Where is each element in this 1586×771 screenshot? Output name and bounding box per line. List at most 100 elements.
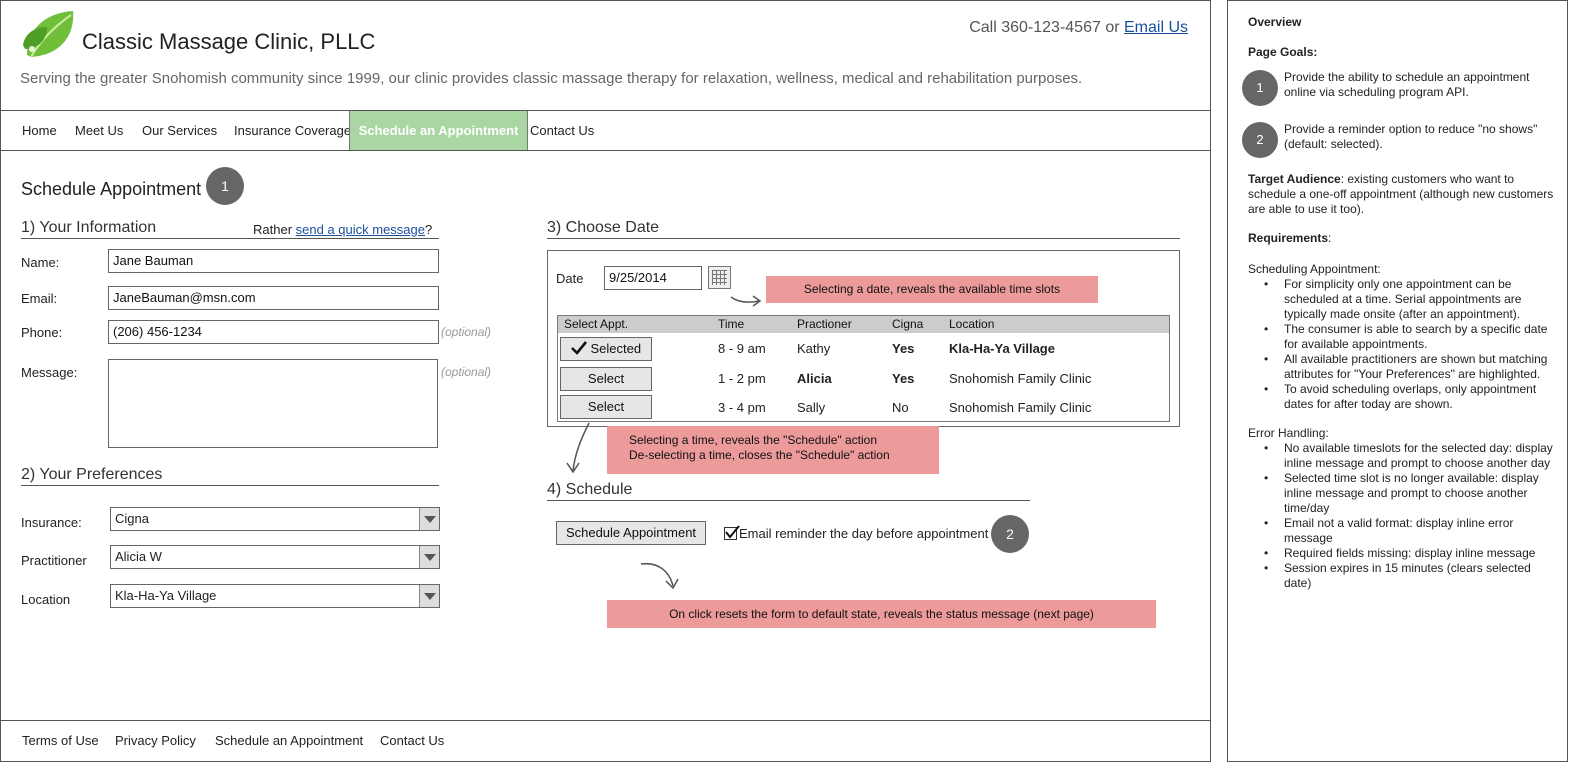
footer-link-schedule[interactable]: Schedule an Appointment bbox=[215, 733, 363, 748]
annotation-marker-1: 1 bbox=[206, 167, 244, 205]
email-input[interactable]: JaneBauman@msn.com bbox=[108, 286, 439, 310]
goal-item: 1 Provide the ability to schedule an app… bbox=[1242, 70, 1555, 110]
location-value: Kla-Ha-Ya Village bbox=[115, 588, 217, 603]
nav-item-home[interactable]: Home bbox=[22, 111, 57, 150]
slot-time: 3 - 4 pm bbox=[718, 400, 766, 415]
slot-cigna: Yes bbox=[892, 371, 915, 386]
list-item: Email not a valid format: display inline… bbox=[1264, 516, 1555, 546]
your-preferences-heading: 2) Your Preferences bbox=[21, 466, 439, 486]
email-reminder-label: Email reminder the day before appointmen… bbox=[739, 526, 989, 541]
select-slot-button[interactable]: Select bbox=[560, 367, 652, 391]
target-audience-label: Target Audience bbox=[1248, 172, 1341, 186]
chevron-down-icon[interactable] bbox=[419, 508, 439, 530]
insurance-value: Cigna bbox=[115, 511, 149, 526]
schedule-heading: 4) Schedule bbox=[547, 481, 1030, 501]
slot-cigna: Yes bbox=[892, 341, 915, 356]
schedule-title: 4) Schedule bbox=[547, 481, 633, 498]
email-us-link[interactable]: Email Us bbox=[1124, 19, 1188, 36]
time-note-line-1: Selecting a time, reveals the "Schedule"… bbox=[629, 433, 877, 447]
location-label: Location bbox=[21, 592, 71, 607]
column-header: Practioner bbox=[797, 317, 852, 331]
choose-date-heading: 3) Choose Date bbox=[547, 219, 1180, 239]
footer: Terms of Use Privacy Policy Schedule an … bbox=[1, 720, 1210, 762]
list-item: Required fields missing: display inline … bbox=[1264, 546, 1555, 561]
column-header: Select Appt. bbox=[564, 317, 629, 331]
rather-suffix: ? bbox=[425, 222, 433, 237]
calendar-icon[interactable] bbox=[708, 266, 731, 289]
tagline: Serving the greater Snohomish community … bbox=[20, 70, 1083, 87]
time-annotation-note: Selecting a time, reveals the "Schedule"… bbox=[607, 426, 939, 474]
requirements-label: Requirements bbox=[1248, 231, 1329, 245]
email-reminder-checkbox[interactable] bbox=[724, 525, 740, 540]
name-label: Name: bbox=[21, 255, 60, 270]
slot-location: Snohomish Family Clinic bbox=[949, 371, 1092, 386]
requirements-suffix: : bbox=[1328, 231, 1332, 245]
practitioner-value: Alicia W bbox=[115, 549, 162, 564]
error-handling-list: No available timeslots for the selected … bbox=[1248, 441, 1555, 591]
list-item: All available practitioners are shown bu… bbox=[1264, 352, 1555, 382]
nav-item-our-services[interactable]: Our Services bbox=[142, 111, 217, 150]
date-input[interactable]: 9/25/2014 bbox=[604, 266, 702, 290]
date-annotation-note: Selecting a date, reveals the available … bbox=[766, 276, 1098, 303]
chevron-down-icon[interactable] bbox=[419, 546, 439, 568]
slot-practitioner: Sally bbox=[797, 400, 826, 415]
chevron-down-icon[interactable] bbox=[419, 585, 439, 607]
time-note-line-2: De-selecting a time, closes the "Schedul… bbox=[629, 448, 890, 462]
email-label: Email: bbox=[21, 291, 58, 306]
target-audience: Target Audience: existing customers who … bbox=[1248, 172, 1555, 217]
phone-input[interactable]: (206) 456-1234 bbox=[108, 320, 439, 344]
insurance-select[interactable]: Cigna bbox=[110, 507, 440, 531]
footer-link-terms[interactable]: Terms of Use bbox=[22, 733, 99, 748]
curved-arrow-icon bbox=[730, 295, 762, 307]
phone-optional-hint: (optional) bbox=[441, 325, 492, 339]
footer-link-privacy[interactable]: Privacy Policy bbox=[115, 733, 196, 748]
curved-arrow-icon bbox=[640, 562, 679, 590]
send-quick-message-link[interactable]: send a quick message bbox=[296, 222, 425, 237]
contact-line: Call 360-123-4567 or Email Us bbox=[969, 19, 1188, 37]
name-input[interactable]: Jane Bauman bbox=[108, 249, 439, 273]
date-label: Date bbox=[556, 271, 584, 286]
leaf-logo-icon bbox=[23, 11, 74, 58]
location-select[interactable]: Kla-Ha-Ya Village bbox=[110, 584, 440, 608]
column-header: Cigna bbox=[892, 317, 924, 331]
list-item: Session expires in 15 minutes (clears se… bbox=[1264, 561, 1555, 591]
column-header: Location bbox=[949, 317, 995, 331]
quick-message-line: Rather send a quick message? bbox=[253, 222, 432, 237]
button-label: Selected bbox=[590, 341, 642, 356]
goal-item: 2 Provide a reminder option to reduce "n… bbox=[1242, 122, 1555, 162]
goal-marker: 1 bbox=[1242, 70, 1278, 106]
selected-slot-button[interactable]: Selected bbox=[560, 337, 652, 361]
rather-text: Rather bbox=[253, 222, 296, 237]
table-header: Select Appt. Time Practioner Cigna Locat… bbox=[558, 316, 1169, 333]
goal-text: Provide the ability to schedule an appoi… bbox=[1284, 70, 1530, 99]
slot-cigna: No bbox=[892, 400, 909, 415]
list-item: The consumer is able to search by a spec… bbox=[1264, 322, 1555, 352]
phone-text: Call 360-123-4567 or bbox=[969, 19, 1124, 36]
slot-practitioner: Alicia bbox=[797, 371, 832, 386]
slot-location: Snohomish Family Clinic bbox=[949, 400, 1092, 415]
slot-location: Kla-Ha-Ya Village bbox=[949, 341, 1055, 356]
site-title: Classic Massage Clinic, PLLC bbox=[82, 29, 376, 54]
schedule-appointment-button[interactable]: Schedule Appointment bbox=[556, 521, 706, 545]
slot-practitioner: Kathy bbox=[797, 341, 831, 356]
nav-item-schedule-appointment[interactable]: Schedule an Appointment bbox=[349, 111, 528, 150]
slot-time: 8 - 9 am bbox=[718, 341, 766, 356]
select-slot-button[interactable]: Select bbox=[560, 395, 652, 419]
nav-item-contact-us[interactable]: Contact Us bbox=[530, 111, 594, 150]
insurance-label: Insurance: bbox=[21, 515, 82, 530]
goal-marker: 2 bbox=[1242, 122, 1278, 158]
nav-item-meet-us[interactable]: Meet Us bbox=[75, 111, 123, 150]
column-header: Time bbox=[718, 317, 745, 331]
overview-title: Overview bbox=[1248, 15, 1302, 29]
wireframe-frame: Classic Massage Clinic, PLLC Call 360-12… bbox=[0, 0, 1211, 762]
nav-item-insurance-coverage[interactable]: Insurance Coverage bbox=[234, 111, 351, 150]
page-goals-title: Page Goals: bbox=[1248, 45, 1318, 59]
practitioner-select[interactable]: Alicia W bbox=[110, 545, 440, 569]
message-optional-hint: (optional) bbox=[441, 365, 492, 379]
message-textarea[interactable] bbox=[108, 359, 438, 448]
list-item: Selected time slot is no longer availabl… bbox=[1264, 471, 1555, 516]
annotation-marker-2: 2 bbox=[991, 515, 1029, 553]
time-slot-table: Select Appt. Time Practioner Cigna Locat… bbox=[557, 315, 1170, 422]
your-information-title: 1) Your Information bbox=[21, 219, 157, 236]
footer-link-contact[interactable]: Contact Us bbox=[380, 733, 444, 748]
